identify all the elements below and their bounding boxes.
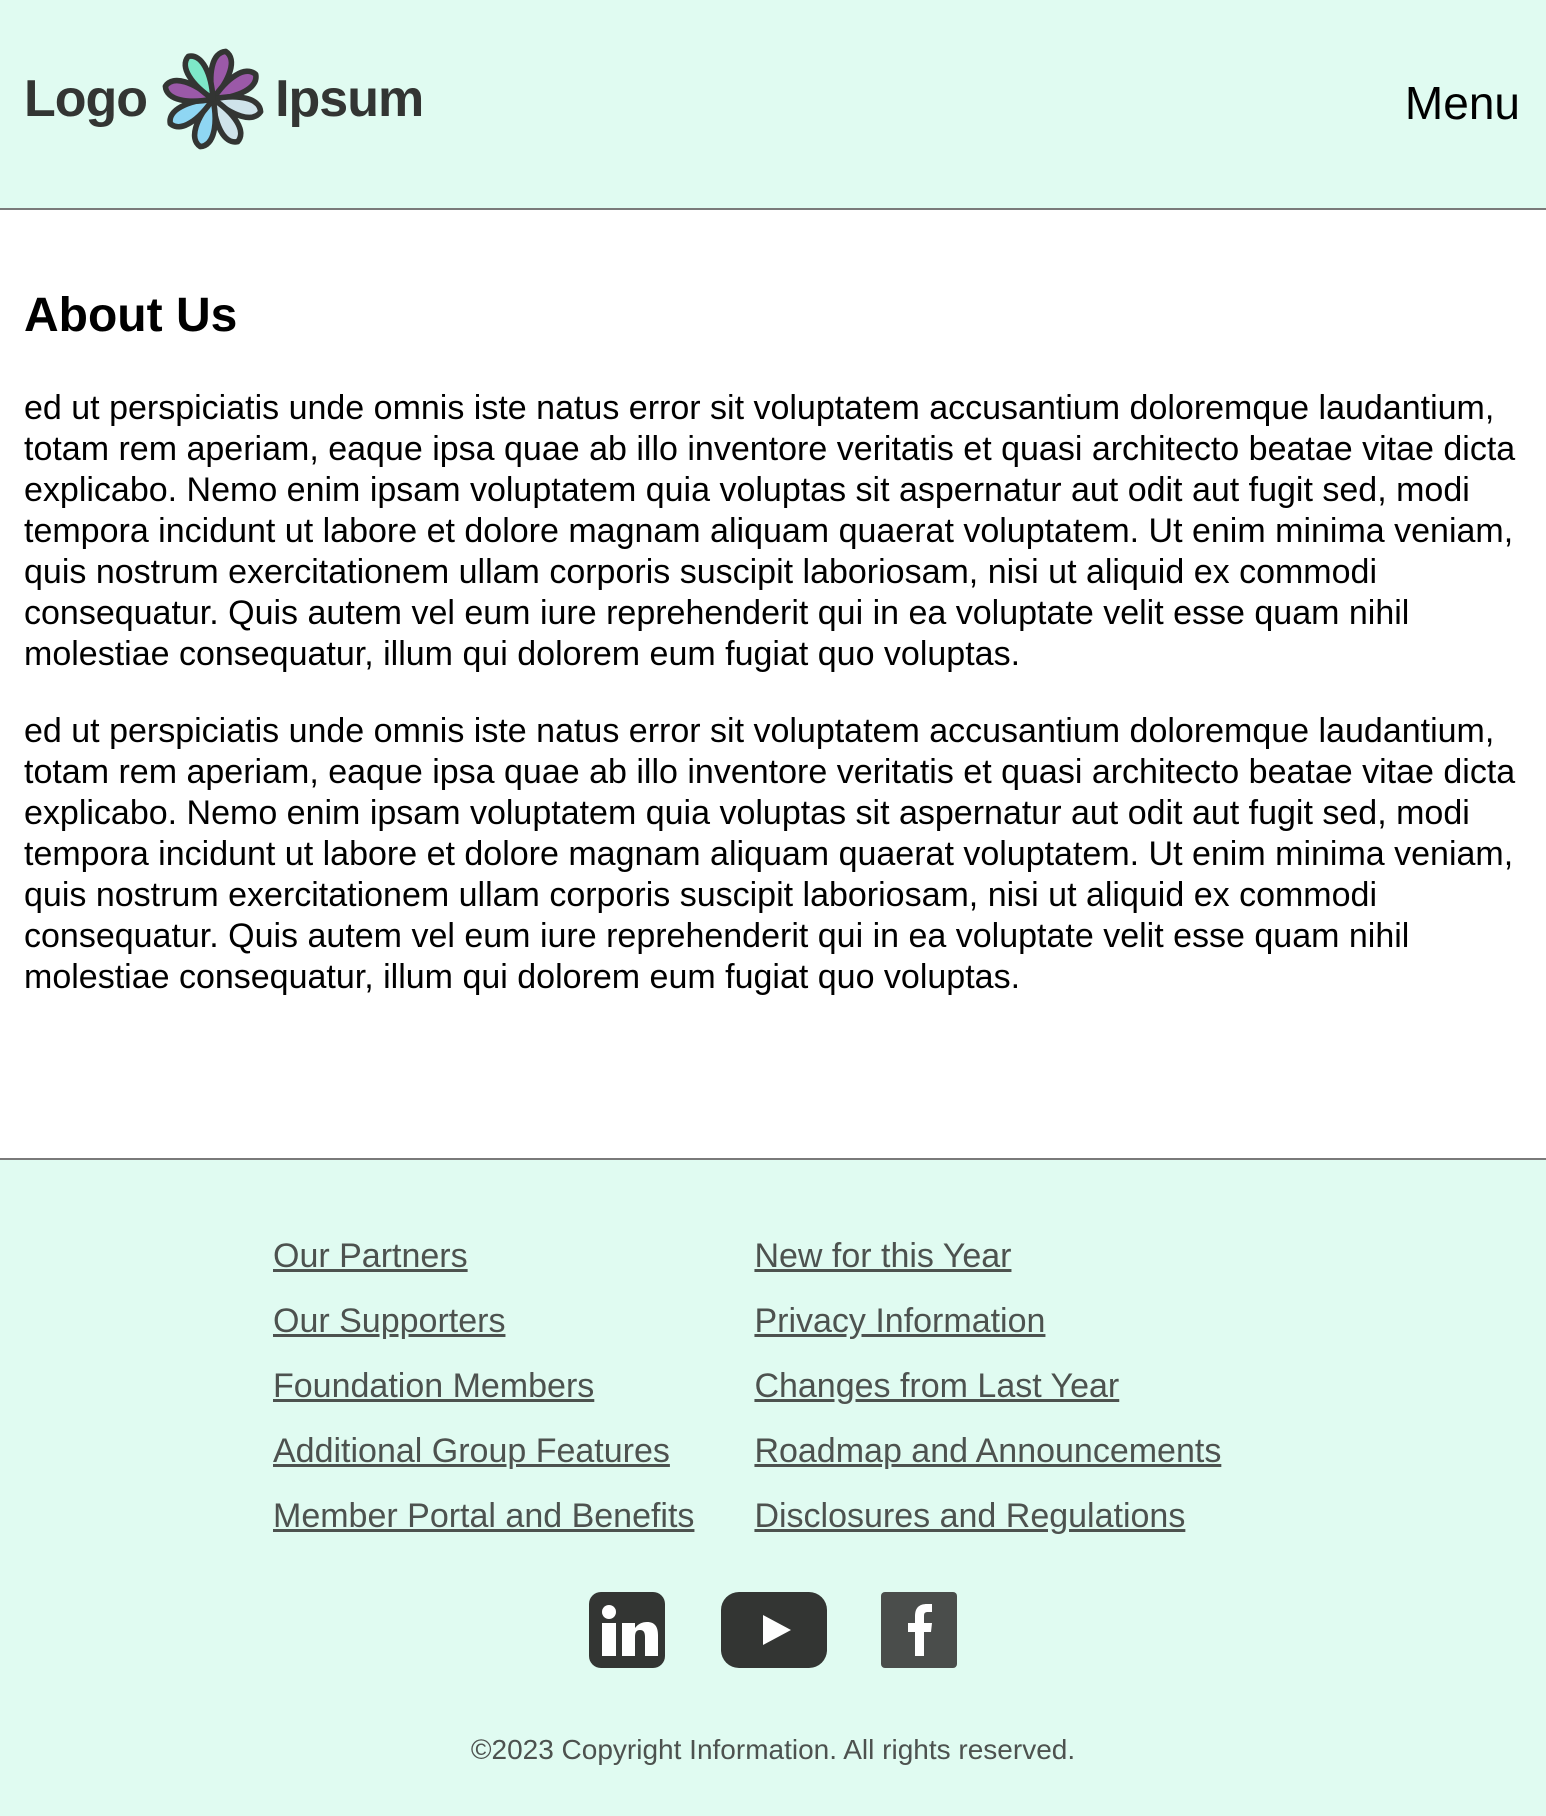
footer-links: Our Partners Our Supporters Foundation M… (273, 1224, 1221, 1549)
menu-button[interactable]: Menu (1405, 76, 1520, 130)
footer-link-new-this-year[interactable]: New for this Year (754, 1224, 1221, 1289)
logo-text-right: Ipsum (275, 70, 424, 128)
footer-link-member-portal[interactable]: Member Portal and Benefits (273, 1484, 694, 1549)
linkedin-icon[interactable] (589, 1592, 665, 1668)
youtube-icon[interactable] (721, 1592, 827, 1668)
footer-link-roadmap[interactable]: Roadmap and Announcements (754, 1419, 1221, 1484)
footer-link-our-partners[interactable]: Our Partners (273, 1224, 694, 1289)
paragraph: ed ut perspiciatis unde omnis iste natus… (24, 389, 1516, 673)
footer-link-disclosures[interactable]: Disclosures and Regulations (754, 1484, 1221, 1549)
logo-text-left: Logo (24, 70, 148, 128)
copyright-text: ©2023 Copyright Information. All rights … (470, 1734, 1076, 1765)
site-header: Logo Ipsum Menu (0, 0, 1546, 210)
logo[interactable]: Logo Ipsum (24, 42, 424, 156)
facebook-icon[interactable] (881, 1592, 957, 1668)
footer-link-foundation-members[interactable]: Foundation Members (273, 1354, 694, 1419)
footer-link-privacy-information[interactable]: Privacy Information (754, 1289, 1221, 1354)
logo-flower-icon (162, 48, 264, 150)
footer-links-column-right: New for this Year Privacy Information Ch… (754, 1224, 1221, 1549)
site-footer: Our Partners Our Supporters Foundation M… (0, 1158, 1546, 1816)
page-title: About Us (24, 289, 238, 342)
footer-link-our-supporters[interactable]: Our Supporters (273, 1289, 694, 1354)
footer-link-additional-group-features[interactable]: Additional Group Features (273, 1419, 694, 1484)
main-content: About Us ed ut perspiciatis unde omnis i… (24, 284, 1524, 1034)
social-links (0, 1592, 1546, 1668)
footer-links-column-left: Our Partners Our Supporters Foundation M… (273, 1224, 694, 1549)
paragraph: ed ut perspiciatis unde omnis iste natus… (24, 712, 1516, 996)
footer-link-changes-last-year[interactable]: Changes from Last Year (754, 1354, 1221, 1419)
